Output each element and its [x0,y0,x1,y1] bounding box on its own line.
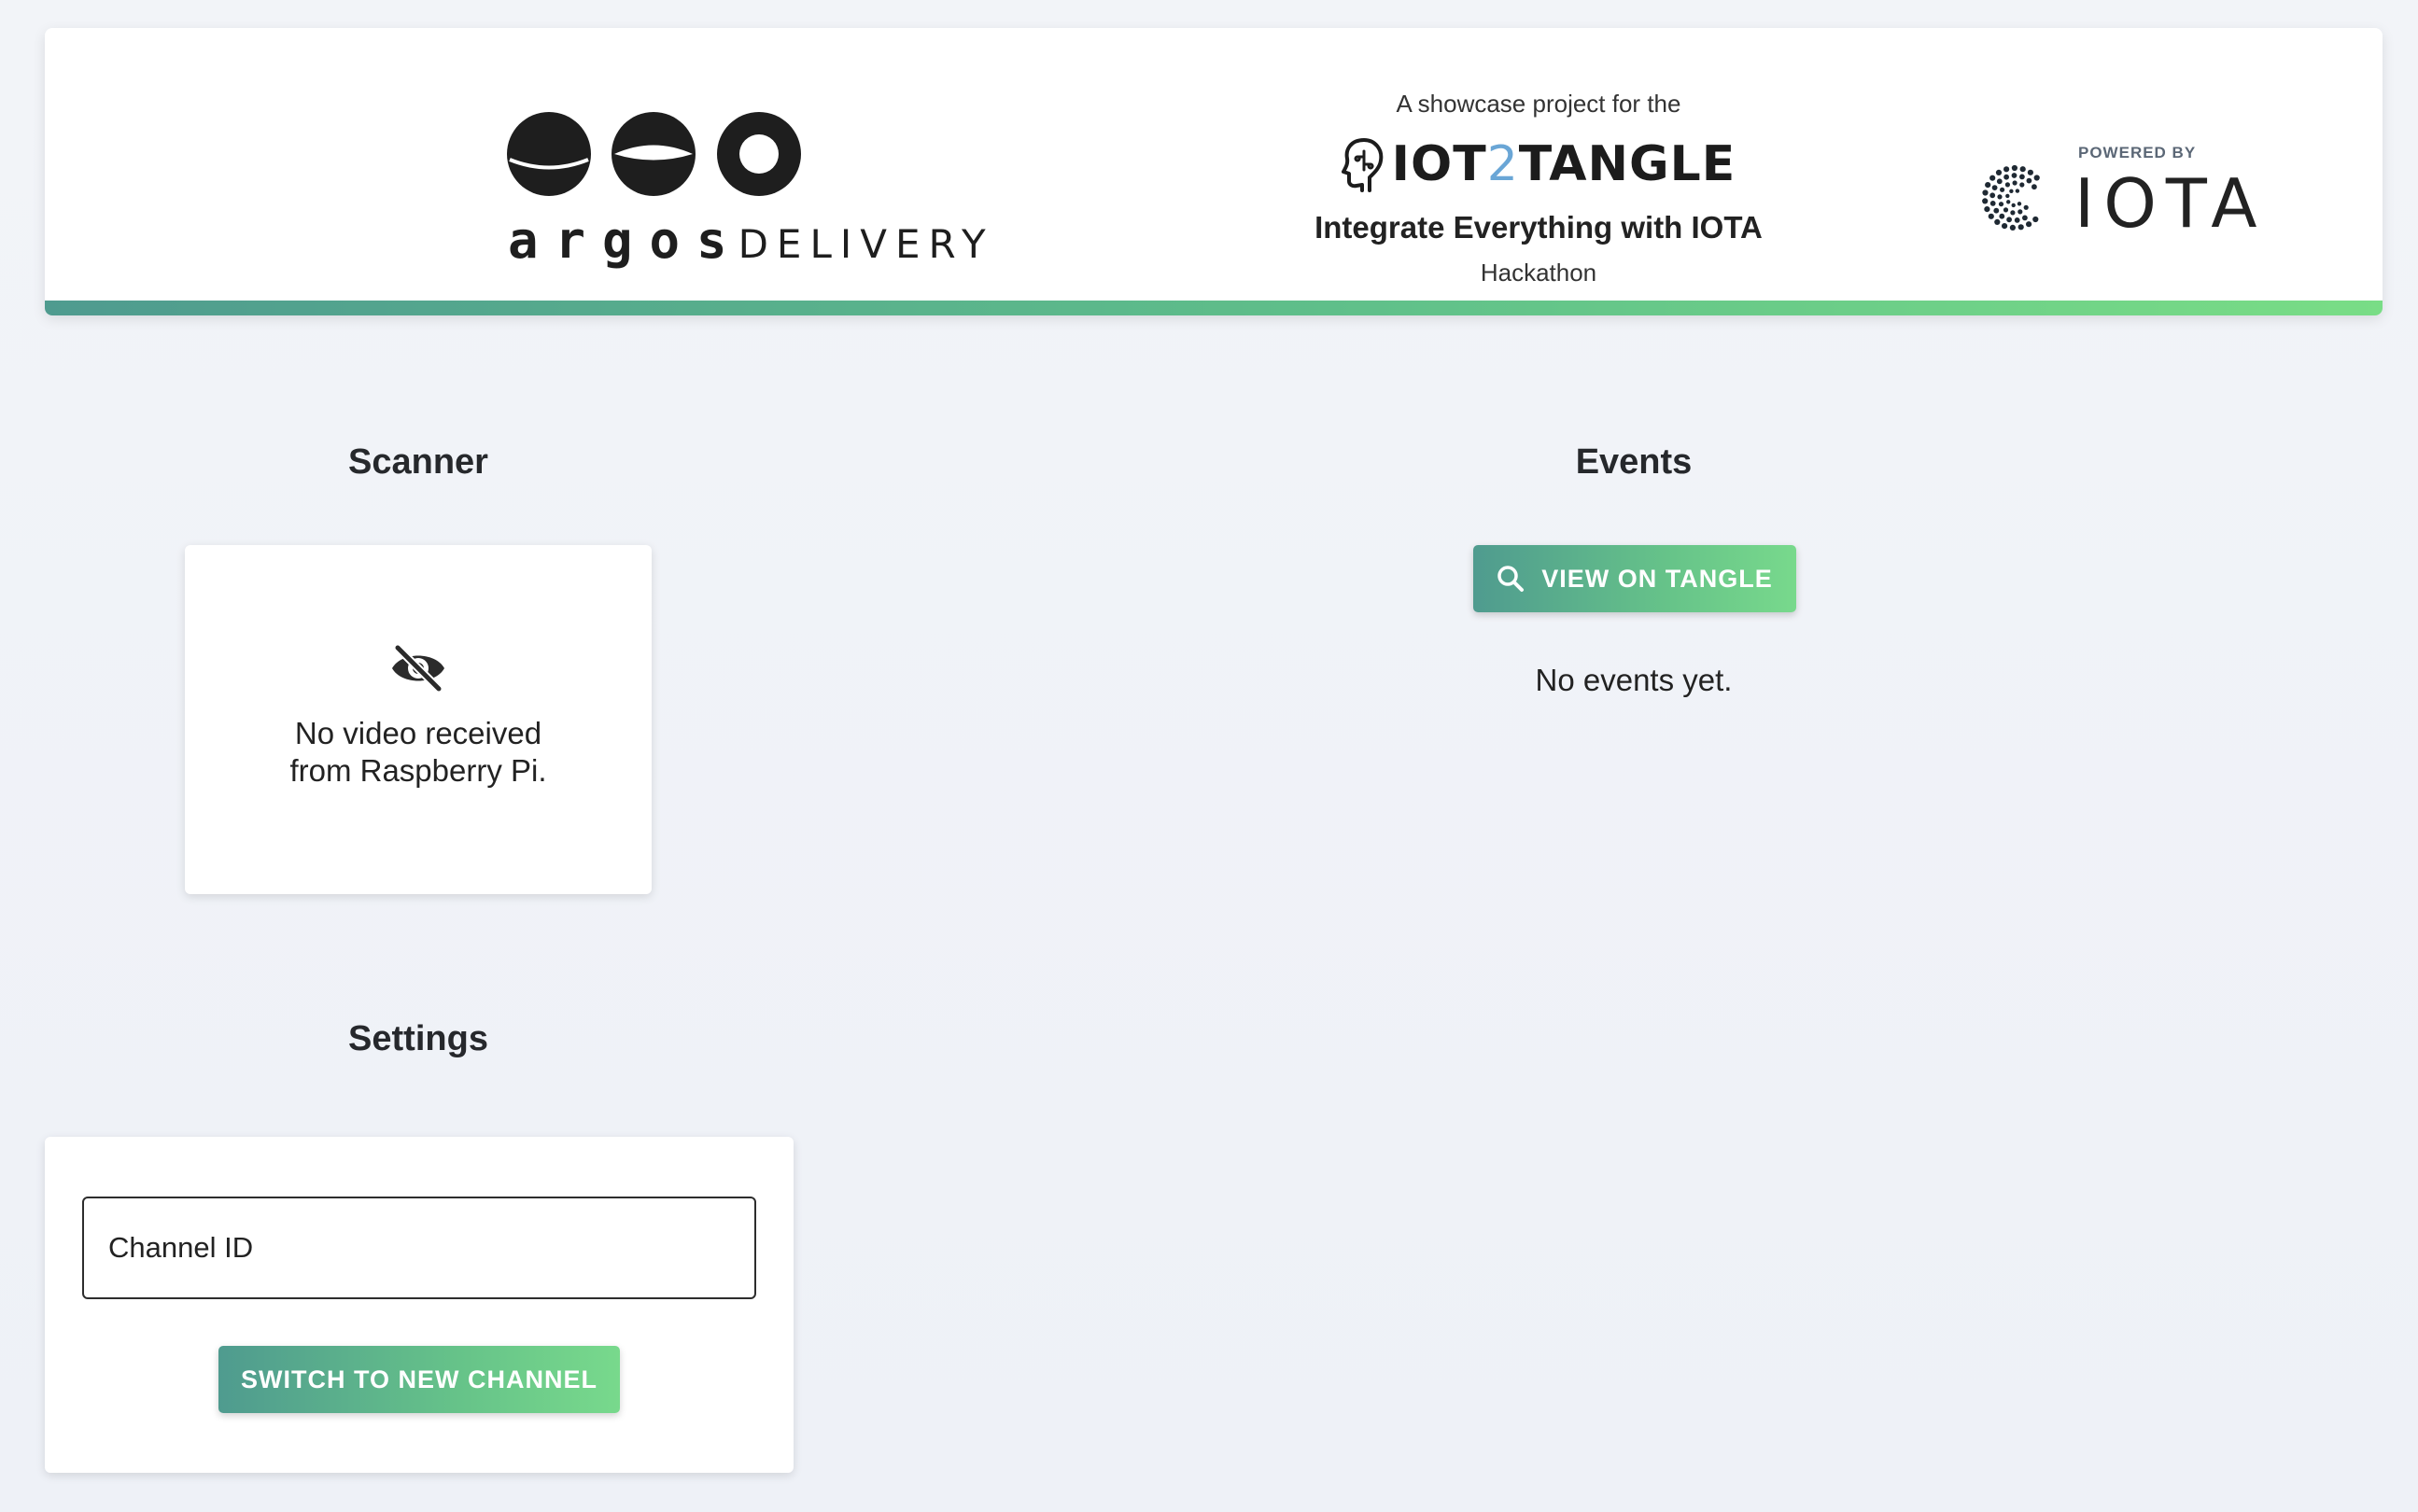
hackathon-block: A showcase project for the IOT2TANGLE In… [1212,63,1865,287]
settings-card: SWITCH TO NEW CHANNEL [45,1137,794,1473]
scanner-empty-message: No video received from Raspberry Pi. [185,715,652,790]
view-on-tangle-label: VIEW ON TANGLE [1541,564,1773,593]
hackathon-subtitle: Hackathon [1480,259,1597,287]
scanner-message-line1: No video received [294,716,542,750]
hackathon-tagline: Integrate Everything with IOTA [1314,210,1763,245]
view-on-tangle-button[interactable]: VIEW ON TANGLE [1473,545,1796,612]
events-empty-message: No events yet. [1535,663,1733,697]
iot2tangle-logo: IOT2TANGLE [1212,132,1865,197]
header-accent-bar [45,301,2383,315]
brand-word-secondary: DELIVERY [738,221,994,267]
channel-id-input[interactable] [82,1197,756,1299]
argos-delivery-logo: argosDELIVERY [461,80,986,270]
showcase-text: A showcase project for the [1396,90,1681,118]
eye-off-icon [185,642,652,694]
iot2tangle-head-icon [1341,138,1383,192]
iota-wordmark: IOTA [2074,164,2267,243]
powered-by-label: POWERED BY [2078,144,2197,161]
iot2tangle-wordmark: IOT2TANGLE [1392,136,1736,192]
iota-dots-icon [1982,164,2040,231]
header-banner: argosDELIVERY A showcase project for the… [45,28,2383,315]
settings-title: Settings [348,1019,488,1058]
argos-wordmark: argosDELIVERY [508,211,994,270]
powered-by-iota-logo: POWERED BY IOTA [1977,140,2257,252]
brand-word-primary: argos [508,211,744,270]
search-icon [1497,566,1525,592]
scanner-card: No video received from Raspberry Pi. [185,545,652,894]
argos-eyes-icon [507,112,801,196]
switch-channel-button[interactable]: SWITCH TO NEW CHANNEL [218,1346,620,1413]
events-title: Events [1575,442,1693,482]
iot2tangle-word-c: TANGLE [1518,136,1736,192]
scanner-title: Scanner [348,442,488,482]
scanner-message-line2: from Raspberry Pi. [289,753,547,788]
iot2tangle-word-b: 2 [1486,136,1519,192]
iot2tangle-word-a: IOT [1391,136,1487,192]
